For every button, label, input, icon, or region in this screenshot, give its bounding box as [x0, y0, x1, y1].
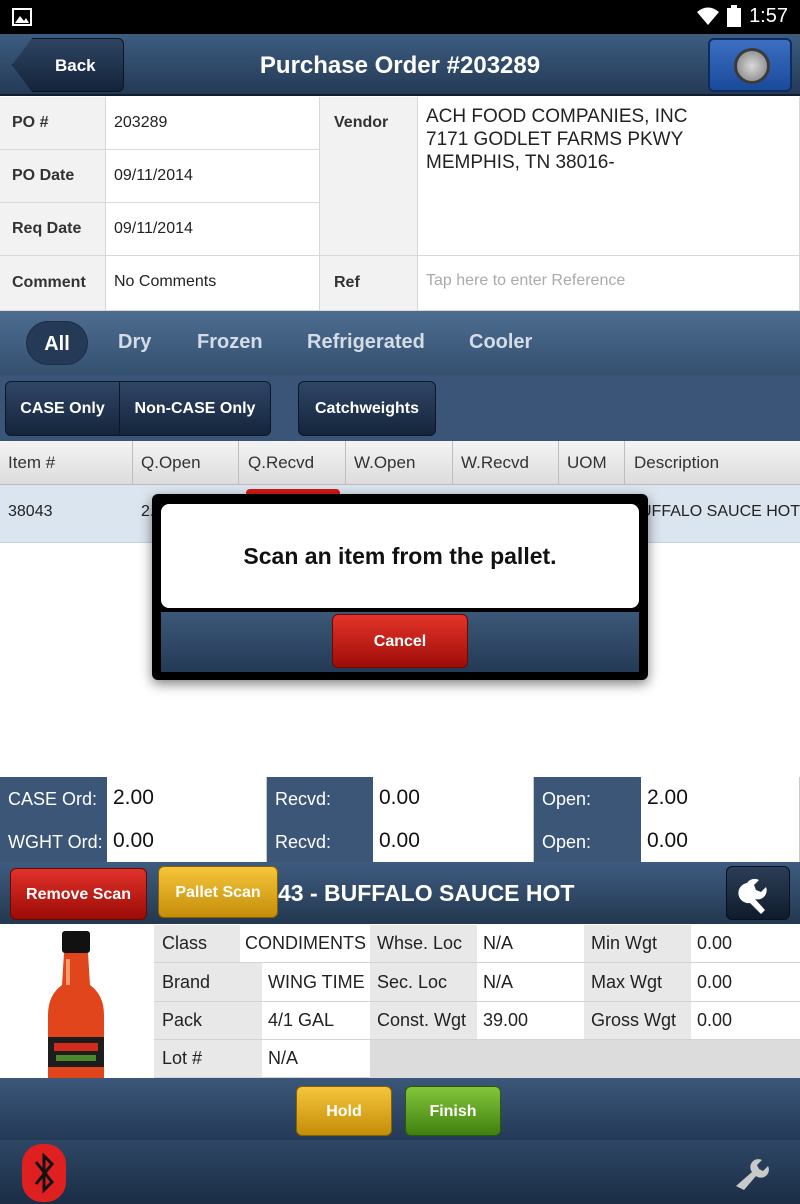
- pack-value: 4/1 GAL: [262, 1002, 370, 1040]
- wght-open-value: 0.00: [641, 820, 800, 862]
- gauge-icon: [734, 48, 770, 84]
- gross-wgt-label: Gross Wgt: [584, 1002, 691, 1040]
- page-title: Purchase Order #203289: [259, 52, 541, 79]
- gross-wgt-value: 0.00: [691, 1002, 800, 1040]
- pallet-scan-button[interactable]: Pallet Scan: [158, 866, 278, 918]
- product-image: [0, 925, 154, 1078]
- case-open-label: Open:: [534, 777, 641, 820]
- case-ord-value: 2.00: [107, 777, 267, 820]
- wrench-icon[interactable]: [732, 1154, 772, 1190]
- comment-value: No Comments: [106, 256, 320, 311]
- col-item[interactable]: Item #: [8, 453, 55, 473]
- col-uom[interactable]: UOM: [567, 453, 607, 473]
- hold-button[interactable]: Hold: [296, 1086, 392, 1136]
- brand-label: Brand: [154, 963, 262, 1002]
- catchweights-button[interactable]: Catchweights: [298, 381, 436, 436]
- req-date-value: 09/11/2014: [106, 203, 320, 256]
- clock: 1:57: [749, 5, 788, 27]
- row-description: UFFALO SAUCE HOT: [640, 503, 800, 520]
- hot-sauce-bottle-image: [48, 931, 104, 1078]
- remove-scan-button[interactable]: Remove Scan: [10, 868, 147, 920]
- battery-icon: [727, 5, 741, 27]
- vendor-label: Vendor: [320, 97, 418, 256]
- scan-dialog: Scan an item from the pallet. Cancel: [152, 494, 648, 680]
- col-description[interactable]: Description: [634, 453, 719, 473]
- header-bar: Back Purchase Order #203289: [0, 34, 800, 96]
- brand-value: WING TIME: [262, 963, 370, 1002]
- tab-frozen[interactable]: Frozen: [197, 331, 263, 354]
- wght-open-label: Open:: [534, 820, 641, 862]
- col-w-recvd[interactable]: W.Recvd: [461, 453, 529, 473]
- tab-refrigerated[interactable]: Refrigerated: [307, 331, 425, 354]
- wght-ord-label: WGHT Ord:: [0, 820, 107, 862]
- cancel-button[interactable]: Cancel: [332, 614, 468, 668]
- col-q-recvd[interactable]: Q.Recvd: [248, 453, 314, 473]
- vendor-street: 7171 GODLET FARMS PKWY: [426, 129, 684, 150]
- const-wgt-value: 39.00: [477, 1002, 584, 1040]
- bluetooth-button[interactable]: [22, 1144, 66, 1202]
- bluetooth-icon: [34, 1152, 55, 1194]
- case-recvd-input[interactable]: 0.00: [373, 777, 534, 820]
- non-case-only-button[interactable]: Non-CASE Only: [119, 381, 271, 436]
- pack-label: Pack: [154, 1002, 262, 1040]
- sec-loc-value: N/A: [477, 963, 584, 1002]
- wifi-icon: [697, 7, 719, 25]
- sec-loc-label: Sec. Loc: [370, 963, 477, 1002]
- col-q-open[interactable]: Q.Open: [141, 453, 201, 473]
- min-wgt-value: 0.00: [691, 925, 800, 963]
- max-wgt-value: 0.00: [691, 963, 800, 1002]
- details-filler: [370, 1040, 800, 1078]
- filter-bar: CASE Only Non-CASE Only Catchweights: [0, 375, 800, 441]
- wght-recvd-input[interactable]: 0.00: [373, 820, 534, 862]
- po-number-label: PO #: [0, 97, 106, 150]
- dialog-footer: Cancel: [161, 612, 639, 672]
- dashboard-button[interactable]: [708, 38, 792, 92]
- item-bar: Remove Scan Pallet Scan 43 - BUFFALO SAU…: [0, 862, 800, 924]
- status-bar: 1:57: [0, 0, 800, 34]
- whse-loc-value: N/A: [477, 925, 584, 963]
- finish-button[interactable]: Finish: [405, 1086, 501, 1136]
- vendor-name: ACH FOOD COMPANIES, INC: [426, 106, 688, 127]
- tab-dry[interactable]: Dry: [118, 331, 151, 354]
- lot-value: N/A: [262, 1040, 370, 1078]
- ref-input[interactable]: Tap here to enter Reference: [418, 256, 800, 311]
- class-value: CONDIMENTS: [240, 925, 370, 963]
- req-date-label: Req Date: [0, 203, 106, 256]
- max-wgt-label: Max Wgt: [584, 963, 691, 1002]
- case-open-value: 2.00: [641, 777, 800, 820]
- po-date-value: 09/11/2014: [106, 150, 320, 203]
- wght-ord-value: 0.00: [107, 820, 267, 862]
- settings-button[interactable]: [726, 866, 790, 920]
- whse-loc-label: Whse. Loc: [370, 925, 477, 963]
- col-w-open[interactable]: W.Open: [354, 453, 415, 473]
- case-recvd-label: Recvd:: [267, 777, 373, 820]
- vendor-city: MEMPHIS, TN 38016-: [426, 152, 615, 173]
- dialog-message: Scan an item from the pallet.: [161, 504, 639, 608]
- wrench-icon: [738, 878, 767, 914]
- vendor-address: ACH FOOD COMPANIES, INC 7171 GODLET FARM…: [418, 97, 800, 256]
- row-item-number: 38043: [8, 503, 53, 520]
- image-notification-icon: [12, 8, 32, 26]
- footer-bar: [0, 1140, 800, 1204]
- action-bar: Hold Finish: [0, 1078, 800, 1140]
- tab-all[interactable]: All: [26, 321, 88, 365]
- category-tabs: All Dry Frozen Refrigerated Cooler: [0, 311, 800, 375]
- ref-label: Ref: [320, 256, 418, 311]
- min-wgt-label: Min Wgt: [584, 925, 691, 963]
- case-ord-label: CASE Ord:: [0, 777, 107, 820]
- comment-label: Comment: [0, 256, 106, 311]
- item-title: 43 - BUFFALO SAUCE HOT: [278, 880, 575, 906]
- tab-cooler[interactable]: Cooler: [469, 331, 532, 354]
- po-date-label: PO Date: [0, 150, 106, 203]
- wght-recvd-label: Recvd:: [267, 820, 373, 862]
- items-table-header: Item # Q.Open Q.Recvd W.Open W.Recvd UOM…: [0, 441, 800, 485]
- case-only-button[interactable]: CASE Only: [5, 381, 120, 436]
- po-number-value: 203289: [106, 97, 320, 150]
- lot-label: Lot #: [154, 1040, 262, 1078]
- class-label: Class: [154, 925, 240, 963]
- const-wgt-label: Const. Wgt: [370, 1002, 477, 1040]
